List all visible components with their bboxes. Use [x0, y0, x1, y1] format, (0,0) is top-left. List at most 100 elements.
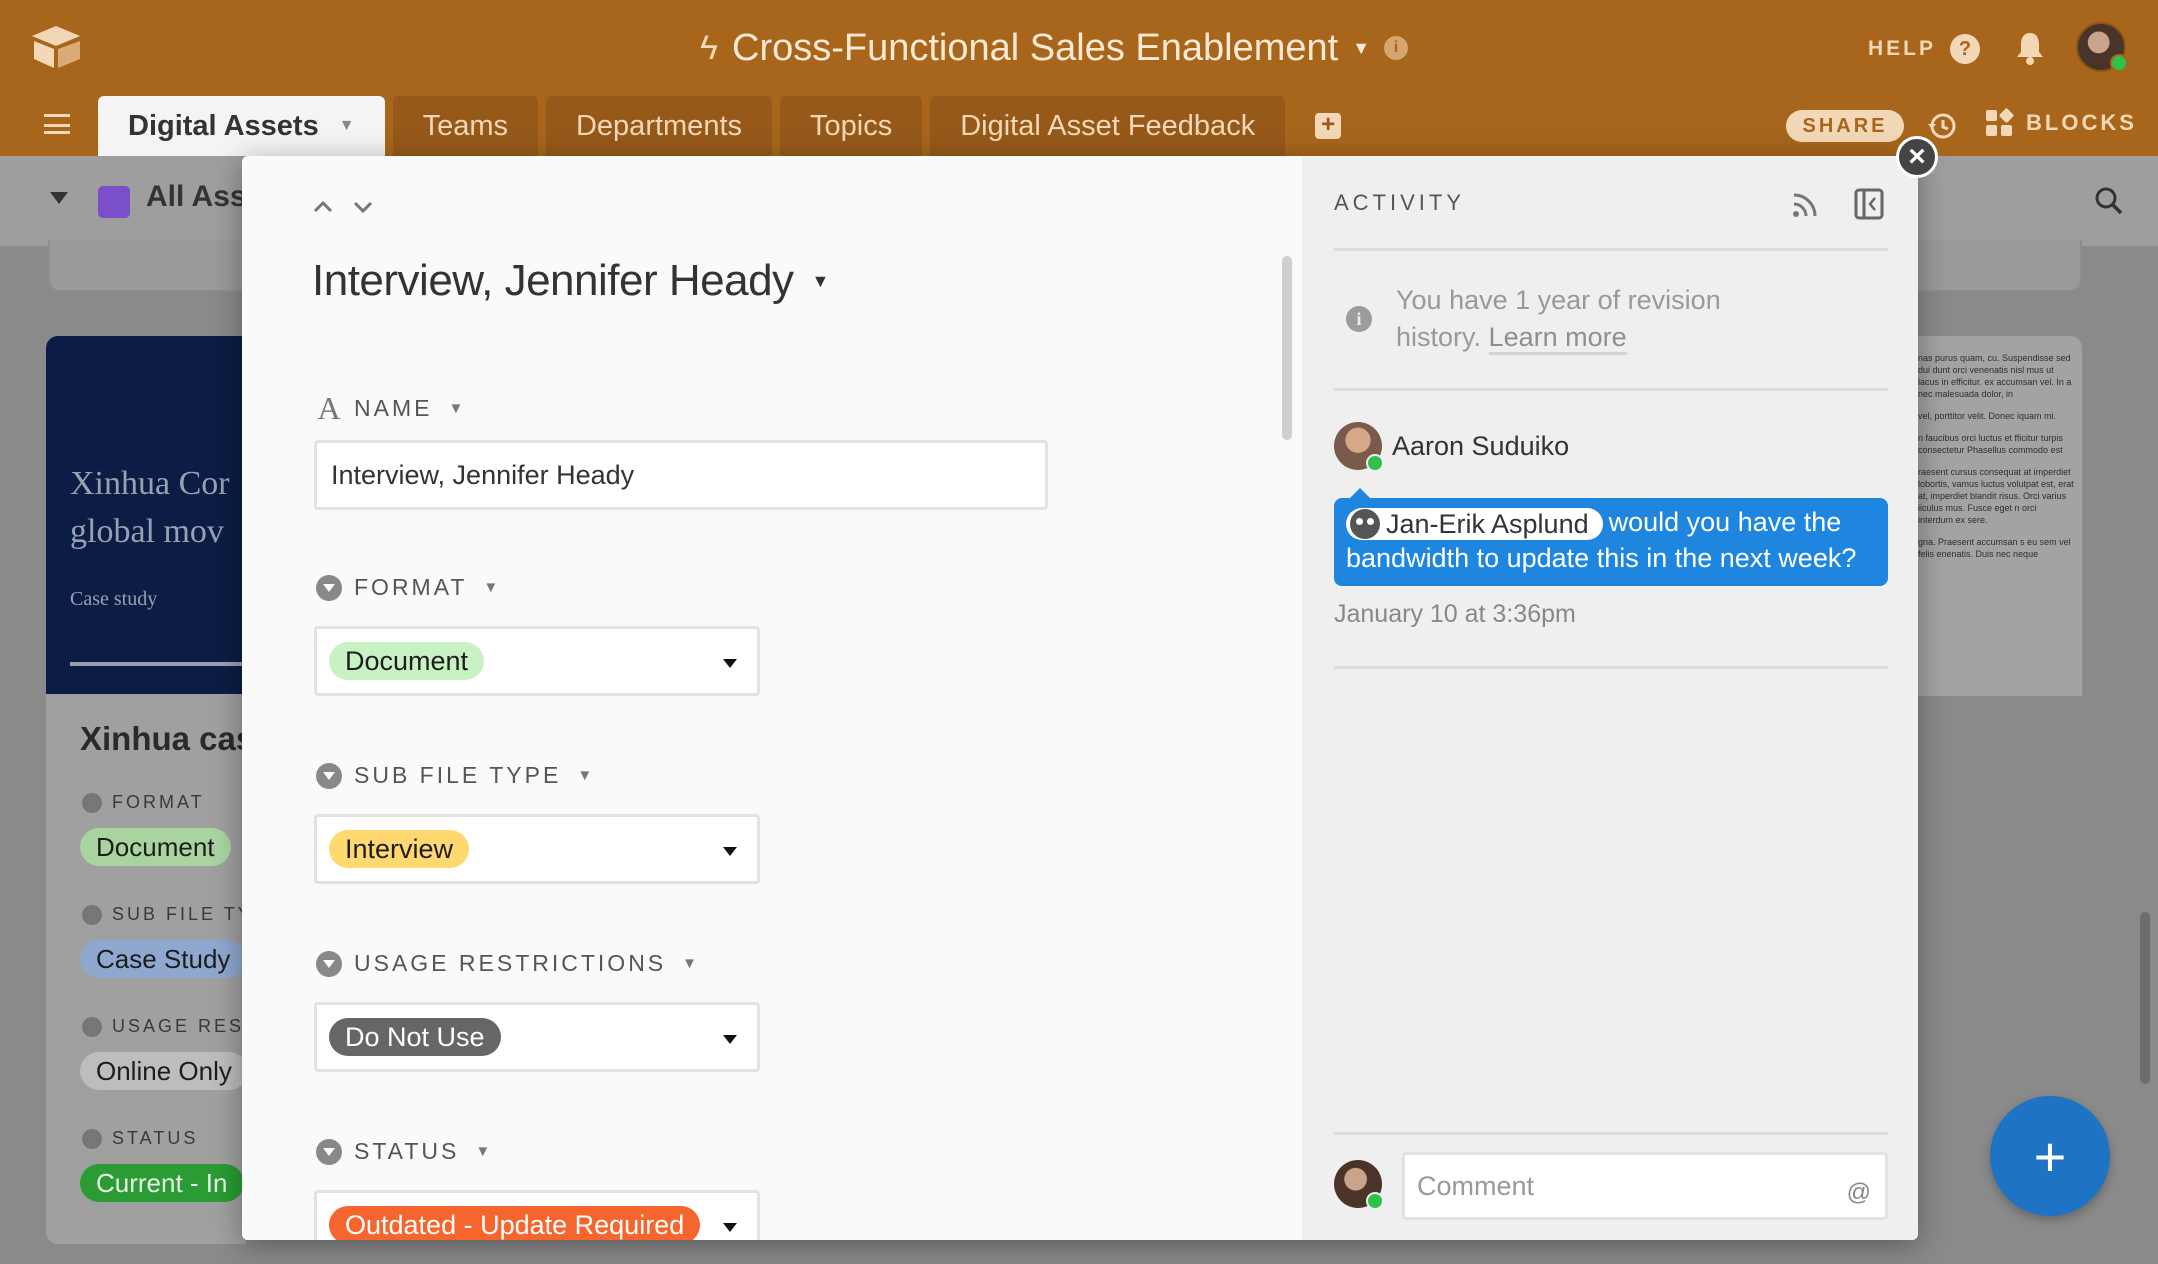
user-mention[interactable]: Jan-Erik Asplund	[1346, 507, 1603, 540]
blocks-label: BLOCKS	[2026, 110, 2137, 135]
info-icon[interactable]: i	[1384, 36, 1409, 60]
single-select-icon	[82, 1016, 102, 1037]
scrollbar[interactable]	[2140, 912, 2150, 1084]
top-bar: ϟ Cross-Functional Sales Enablement ▼ i …	[0, 0, 2158, 156]
dropdown-arrow-icon[interactable]	[723, 847, 737, 856]
blocks-button[interactable]: BLOCKS	[1984, 108, 2137, 138]
record-title[interactable]: Interview, Jennifer Heady ▼	[312, 256, 829, 306]
card-field-value: Online Only	[80, 1052, 246, 1090]
comment-input[interactable]: Comment @	[1402, 1152, 1888, 1220]
tab-digital-assets[interactable]: Digital Assets ▼	[98, 96, 385, 156]
learn-more-link[interactable]: Learn more	[1488, 322, 1627, 355]
tab-label: Departments	[575, 109, 742, 142]
record-title-text: Interview, Jennifer Heady	[312, 256, 794, 305]
collapse-panel-icon[interactable]	[1854, 188, 1884, 220]
card-title: Xinhua cas	[80, 720, 246, 757]
close-button[interactable]: ×	[1896, 136, 1938, 178]
share-button[interactable]: SHARE	[1786, 110, 1904, 142]
comment-timestamp: January 10 at 3:36pm	[1334, 600, 1576, 628]
tab-teams[interactable]: Teams	[392, 96, 538, 156]
avatar	[1350, 508, 1380, 539]
field-label-usage-restrictions: USAGE RESTRICTIONS ▼	[316, 950, 697, 977]
tab-label: Digital Assets	[128, 109, 319, 142]
avatar	[1334, 1160, 1384, 1210]
card-field-value: Case Study	[80, 940, 246, 978]
chevron-down-icon[interactable]: ▼	[1352, 38, 1370, 59]
record-detail-panel: Interview, Jennifer Heady ▼ A NAME ▼ Int…	[242, 156, 1302, 1240]
card-field-label: STATUS	[82, 1128, 198, 1149]
activity-title: ACTIVITY	[1334, 190, 1466, 215]
base-title[interactable]: ϟ Cross-Functional Sales Enablement ▼ i	[700, 20, 1409, 76]
tab-topics[interactable]: Topics	[780, 96, 923, 156]
divider	[1334, 1132, 1888, 1135]
single-select-icon	[316, 762, 342, 789]
comment-author-name: Aaron Suduiko	[1392, 430, 1570, 461]
tab-departments[interactable]: Departments	[545, 96, 772, 156]
add-table-icon[interactable]: +	[1315, 113, 1342, 139]
chevron-down-icon[interactable]	[352, 196, 374, 218]
scrollbar[interactable]	[1282, 256, 1292, 440]
chevron-down-icon[interactable]: ▼	[483, 579, 498, 596]
single-select-icon	[316, 1138, 342, 1165]
base-title-text: Cross-Functional Sales Enablement	[732, 26, 1339, 69]
cover-title: Xinhua Cor global mov	[70, 465, 230, 550]
chevron-down-icon[interactable]: ▼	[682, 955, 697, 972]
sub-file-type-value: Interview	[329, 830, 470, 868]
divider	[1334, 388, 1888, 391]
usage-restrictions-select[interactable]: Do Not Use	[314, 1002, 760, 1072]
search-icon[interactable]	[2094, 186, 2124, 216]
name-input[interactable]: Interview, Jennifer Heady	[314, 440, 1048, 510]
status-select[interactable]: Outdated - Update Required	[314, 1190, 760, 1240]
gallery-view-icon	[98, 186, 130, 218]
airtable-logo-icon[interactable]	[30, 24, 82, 70]
format-value: Document	[329, 642, 485, 680]
chevron-up-icon[interactable]	[312, 196, 334, 218]
comment-author: Aaron Suduiko	[1334, 422, 1570, 472]
text-field-icon: A	[317, 390, 341, 426]
card-field-label: USAGE REST	[82, 1016, 246, 1037]
dropdown-arrow-icon[interactable]	[723, 659, 737, 668]
format-select[interactable]: Document	[314, 626, 760, 696]
single-select-icon	[82, 904, 102, 925]
tab-label: Teams	[422, 109, 508, 142]
avatar[interactable]	[1334, 422, 1384, 472]
gallery-card[interactable]: Xinhua Cor global mov Case study Xinhua …	[46, 336, 246, 1244]
revision-history-notice: You have 1 year of revision history. Lea…	[1396, 282, 1796, 356]
tab-label: Digital Asset Feedback	[960, 109, 1256, 142]
tab-label: Topics	[810, 109, 893, 142]
record-navigation	[312, 196, 374, 218]
chevron-down-icon[interactable]: ▼	[812, 271, 830, 292]
mention-icon[interactable]: @	[1847, 1179, 1871, 1207]
help-label: HELP	[1868, 37, 1937, 60]
view-name[interactable]: All Ass	[146, 180, 247, 214]
chevron-down-icon[interactable]: ▼	[475, 1143, 490, 1160]
history-icon[interactable]	[1926, 110, 1958, 142]
dropdown-arrow-icon[interactable]	[723, 1035, 737, 1044]
chevron-down-icon[interactable]: ▼	[448, 400, 463, 417]
menu-icon[interactable]	[44, 114, 70, 134]
help-button[interactable]: HELP ?	[1868, 34, 1981, 64]
card-field-value: Document	[80, 828, 231, 866]
field-label-name: A NAME ▼	[317, 390, 464, 426]
tab-digital-asset-feedback[interactable]: Digital Asset Feedback	[930, 96, 1286, 156]
add-record-button[interactable]: +	[1990, 1096, 2110, 1216]
chevron-down-icon[interactable]: ▼	[339, 117, 355, 135]
status-value: Outdated - Update Required	[329, 1206, 701, 1240]
sub-file-type-select[interactable]: Interview	[314, 814, 760, 884]
gallery-card[interactable]: nas purus quam, cu. Suspendisse sed dui …	[1912, 336, 2082, 696]
divider	[1334, 666, 1888, 669]
comment-bubble: Jan-Erik Asplund would you have the band…	[1334, 488, 1888, 586]
card-field-value: Current - In	[80, 1164, 244, 1202]
chevron-down-icon[interactable]: ▼	[577, 767, 592, 784]
chevron-down-icon[interactable]	[50, 192, 68, 204]
single-select-icon	[316, 574, 342, 601]
rss-feed-icon[interactable]	[1790, 190, 1820, 220]
divider	[1334, 248, 1888, 251]
card-document-preview: nas purus quam, cu. Suspendisse sed dui …	[1918, 353, 2074, 559]
dropdown-arrow-icon[interactable]	[723, 1223, 737, 1232]
blocks-icon	[1986, 108, 2014, 136]
bell-icon[interactable]	[2014, 30, 2046, 66]
user-avatar[interactable]	[2076, 22, 2128, 72]
field-label-format: FORMAT ▼	[316, 574, 498, 601]
field-label-sub-file-type: SUB FILE TYPE ▼	[316, 762, 592, 789]
